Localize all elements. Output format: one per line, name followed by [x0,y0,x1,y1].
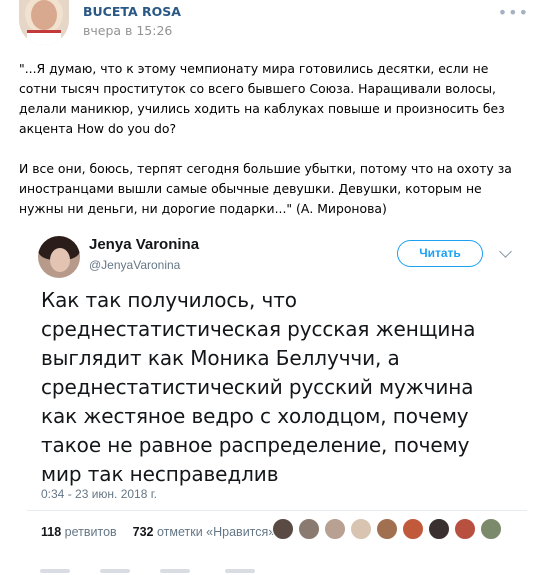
post-header: BUCETA ROSA вчера в 15:26 ••• [0,0,550,50]
retweets-label[interactable]: ретвитов [65,525,117,539]
tweet-stats: 118 ретвитов 732 отметки «Нравится» [41,525,275,539]
post-paragraph: И все они, боюсь, терпят сегодня большие… [19,161,512,216]
likes-label[interactable]: отметки «Нравится» [157,525,275,539]
retweets-count[interactable]: 118 [41,525,61,539]
tweet-avatar[interactable] [38,236,80,278]
post-paragraph: "...Я думаю, что к этому чемпионату мира… [19,61,505,136]
likers-avatars [272,518,506,544]
divider [27,510,527,511]
chevron-down-icon[interactable] [499,245,512,258]
liker-avatar[interactable] [272,518,294,540]
post-text: "...Я думаю, что к этому чемпионату мира… [19,59,529,219]
liker-avatar[interactable] [402,518,424,540]
liker-avatar[interactable] [428,518,450,540]
follow-button[interactable]: Читать [397,240,483,267]
liker-avatar[interactable] [376,518,398,540]
tweet-author-name[interactable]: Jenya Varonina [89,236,199,253]
liker-avatar[interactable] [454,518,476,540]
liker-avatar[interactable] [480,518,502,540]
author-name[interactable]: BUCETA ROSA [83,4,181,19]
embedded-tweet[interactable]: Jenya Varonina @JenyaVaronina Читать Как… [27,225,527,565]
tweet-author-handle[interactable]: @JenyaVaronina [89,258,180,272]
likes-count[interactable]: 732 [133,525,154,539]
tweet-date[interactable]: 0:34 - 23 июн. 2018 г. [41,487,157,501]
tweet-text: Как так получилось, что среднестатистиче… [41,288,476,486]
more-icon[interactable]: ••• [498,5,529,21]
liker-avatar[interactable] [350,518,372,540]
liker-avatar[interactable] [298,518,320,540]
author-avatar[interactable] [19,0,69,45]
bottom-strip [0,566,550,575]
liker-avatar[interactable] [324,518,346,540]
post-time[interactable]: вчера в 15:26 [83,23,172,38]
